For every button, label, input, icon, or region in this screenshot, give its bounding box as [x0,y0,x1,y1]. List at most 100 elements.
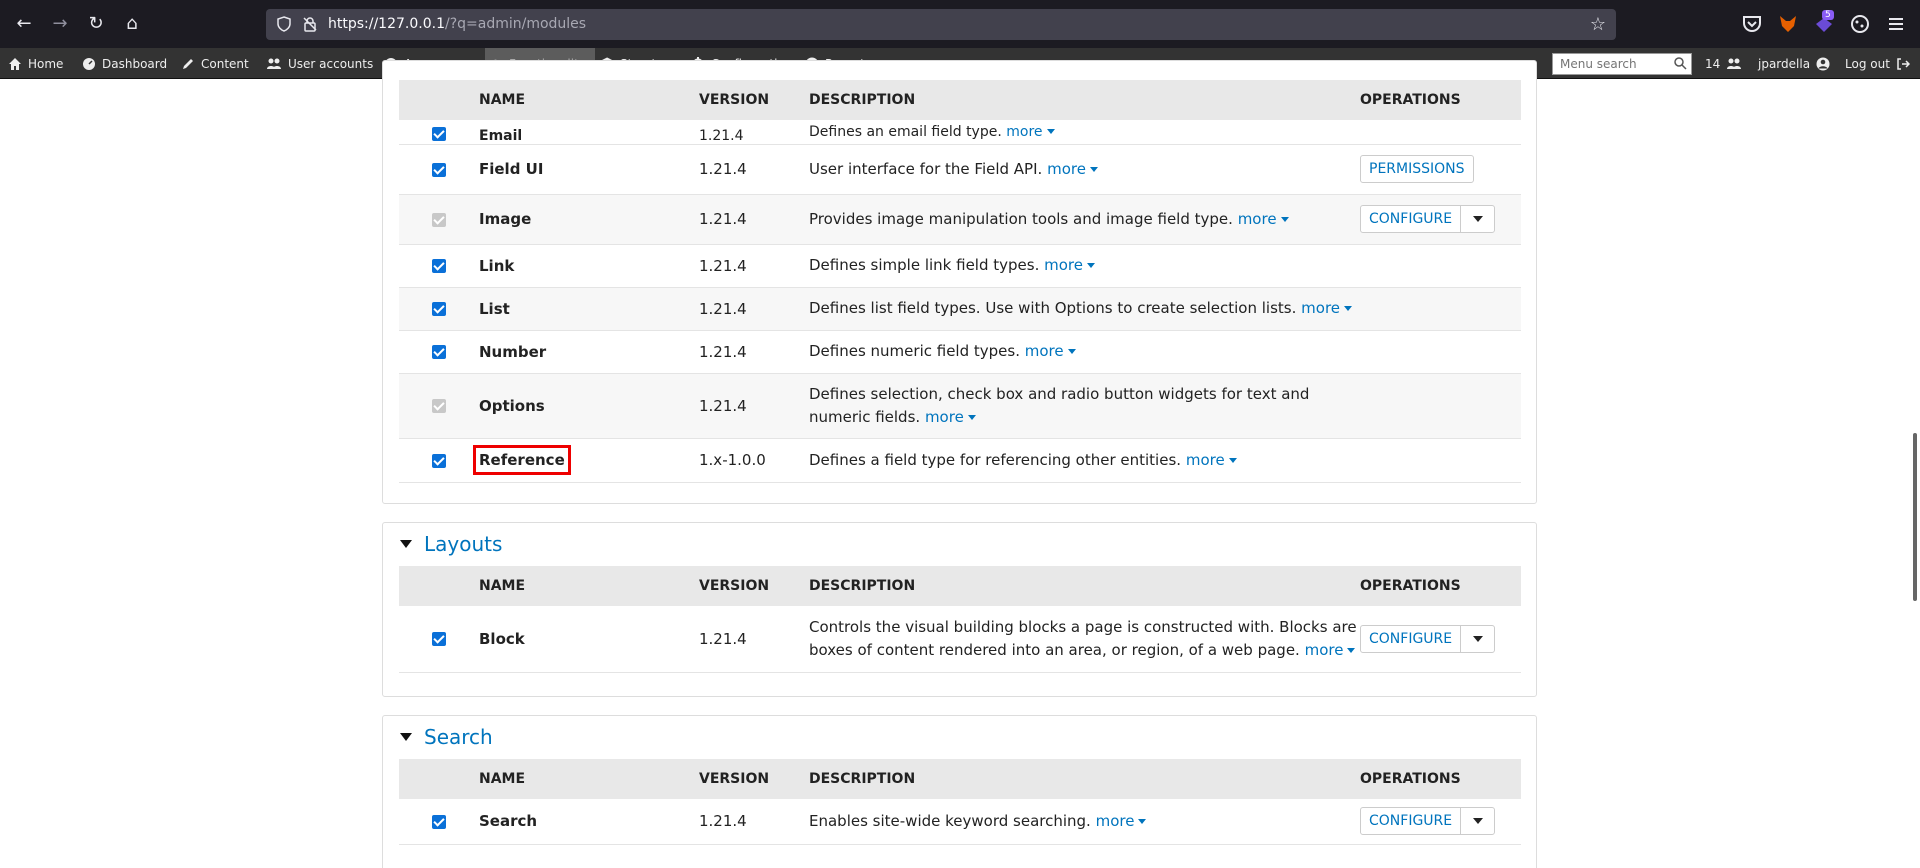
operations-dropdown-toggle[interactable] [1460,625,1494,652]
fields-modules-table: NAME VERSION DESCRIPTION OPERATIONS Emai… [399,80,1521,483]
dashboard-icon [83,57,95,70]
toolbar-content[interactable]: Content [181,48,249,79]
more-link[interactable]: more [1006,123,1055,140]
module-version: 1.21.4 [699,799,809,845]
lock-icon[interactable] [302,16,318,32]
module-version: 1.21.4 [699,287,809,331]
configure-button[interactable]: CONFIGURE [1360,624,1496,653]
search-modules-table: NAME VERSION DESCRIPTION OPERATIONS Sear… [399,759,1521,845]
module-checkbox[interactable] [432,302,446,316]
module-name: Link [479,244,699,288]
username: jpardella [1758,56,1811,71]
layouts-legend[interactable]: Layouts [400,532,502,556]
more-link[interactable]: more [1238,210,1289,228]
more-label: more [1237,209,1277,228]
pencil-icon [183,58,193,69]
module-checkbox[interactable] [432,126,446,141]
module-checkbox[interactable] [432,632,446,647]
module-name: Field UI [479,144,699,195]
more-link[interactable]: more [1044,256,1095,274]
browser-toolbar: ← → ↻ ⌂ https://127.0.0.1/?q=admin/modul… [0,0,1920,48]
more-link[interactable]: more [925,408,976,426]
toolbar-home[interactable]: Home [8,48,63,79]
configure-label: CONFIGURE [1369,630,1453,647]
user-count[interactable]: 14 [1705,48,1748,79]
toolbar-dashboard-label: Dashboard [102,56,168,71]
reload-icon[interactable]: ↻ [82,10,110,38]
col-name: NAME [479,759,699,799]
col-operations: OPERATIONS [1360,566,1521,606]
bookmark-star-icon[interactable]: ☆ [1590,14,1606,35]
toolbar-user-link[interactable]: jpardella [1758,48,1836,79]
more-link[interactable]: more [1186,451,1237,469]
toolbar-dashboard[interactable]: Dashboard [82,48,167,79]
module-checkbox[interactable] [432,345,446,359]
menu-search-input[interactable] [1552,53,1692,75]
col-description: DESCRIPTION [809,759,1360,799]
col-description: DESCRIPTION [809,566,1360,606]
toolbar-home-label: Home [28,56,64,71]
module-name: Email [479,120,699,145]
configure-label: CONFIGURE [1369,813,1453,830]
module-description: Controls the visual building blocks a pa… [809,617,1357,659]
fox-extension-icon[interactable] [1776,12,1800,36]
more-link[interactable]: more [1301,299,1353,317]
cookie-extension-icon[interactable] [1848,12,1872,36]
more-label: more [1047,159,1086,178]
more-label: more [1006,123,1043,140]
more-link[interactable]: more [1025,342,1076,360]
module-checkbox[interactable] [432,162,446,177]
search-legend-label: Search [424,725,493,749]
toolbar-logout[interactable]: Log out [1845,48,1916,79]
module-checkbox[interactable] [432,814,446,829]
module-description: Defines a field type for referencing oth… [809,450,1182,469]
more-label: more [1095,811,1135,830]
module-name: Options [479,373,699,439]
more-link[interactable]: more [1305,641,1356,659]
collapse-triangle-icon [400,733,412,741]
module-description: Defines numeric field types. [809,342,1020,360]
layouts-modules-table: NAME VERSION DESCRIPTION OPERATIONS Bloc… [399,566,1521,673]
chevron-down-icon [1472,216,1483,222]
more-label: more [1044,256,1083,274]
module-name: List [479,287,699,331]
more-label: more [1024,342,1064,360]
hamburger-menu-icon[interactable] [1884,12,1908,36]
user-count-value: 14 [1705,56,1721,71]
toolbar-user-accounts[interactable]: User accounts [266,48,373,79]
col-operations: OPERATIONS [1360,759,1521,799]
table-row: Reference 1.x-1.0.0 Defines a field type… [399,438,1521,483]
page-scrollbar[interactable] [1913,433,1917,601]
table-row: Block 1.21.4 Controls the visual buildin… [399,606,1521,673]
module-name: Image [479,194,699,245]
toolbar-user-accounts-label: User accounts [288,56,374,71]
forward-icon[interactable]: → [46,10,74,38]
search-legend[interactable]: Search [400,725,493,749]
module-checkbox[interactable] [432,453,446,468]
logout-icon [1897,57,1910,70]
col-name: NAME [479,80,699,120]
url-text: https://127.0.0.1/?q=admin/modules [328,16,586,32]
back-icon[interactable]: ← [10,10,38,38]
url-host: https://127.0.0.1 [328,16,445,32]
tracking-shield-icon[interactable] [276,16,292,32]
operations-dropdown-toggle[interactable] [1460,206,1494,232]
table-row: Field UI 1.21.4 User interface for the F… [399,144,1521,195]
home-icon[interactable]: ⌂ [118,10,146,38]
module-checkbox[interactable] [432,259,446,273]
configure-button[interactable]: CONFIGURE [1360,807,1496,836]
module-description: Defines simple link field types. [809,256,1040,274]
table-row: Options 1.21.4 Defines selection, check … [399,373,1521,439]
module-version: 1.21.4 [699,144,809,195]
pocket-icon[interactable] [1740,12,1764,36]
module-version: 1.21.4 [699,244,809,288]
url-bar[interactable]: https://127.0.0.1/?q=admin/modules ☆ [266,9,1616,40]
configure-button[interactable]: CONFIGURE [1360,205,1496,233]
layouts-legend-label: Layouts [424,532,503,556]
permissions-button[interactable]: PERMISSIONS [1360,155,1474,183]
operations-dropdown-toggle[interactable] [1460,808,1494,835]
more-link[interactable]: more [1096,812,1147,830]
module-name: Search [479,799,699,845]
search-icon[interactable] [1674,57,1687,70]
more-link[interactable]: more [1047,160,1098,178]
